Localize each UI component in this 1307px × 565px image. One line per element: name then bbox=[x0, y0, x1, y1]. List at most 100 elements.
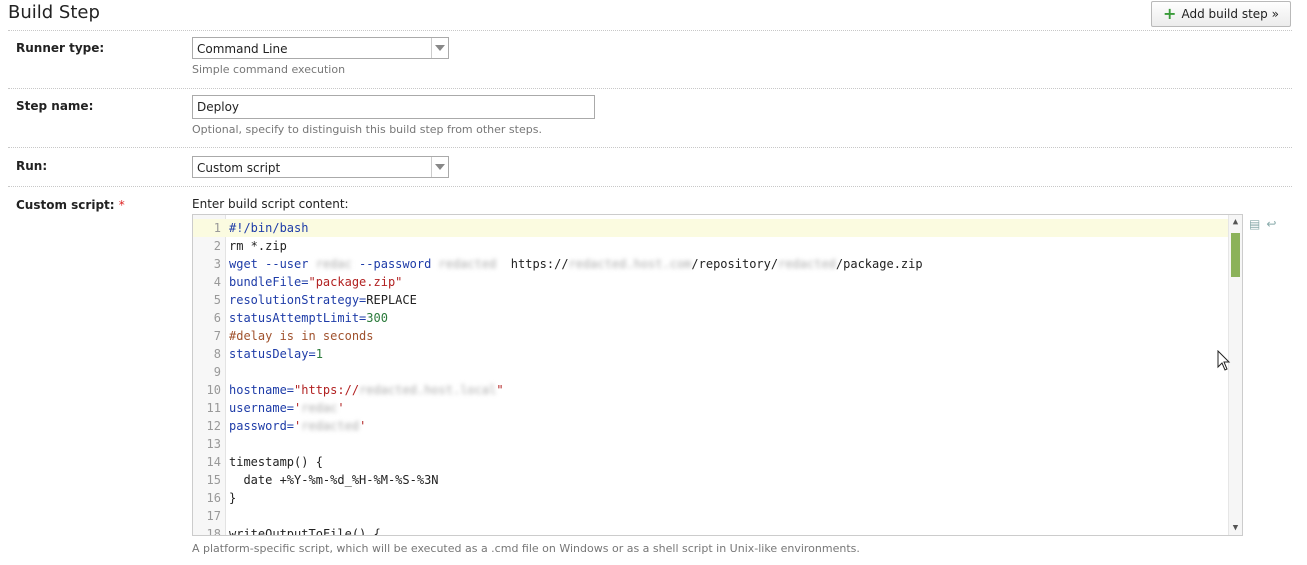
code-token: redacted.host.local bbox=[359, 383, 497, 397]
separator bbox=[8, 186, 1292, 187]
line-number: 10 bbox=[206, 383, 221, 397]
code-token: ' bbox=[337, 401, 345, 415]
code-token: password= bbox=[229, 419, 295, 433]
code-line[interactable]: 8 statusDelay=1 bbox=[193, 345, 1228, 363]
code-token: redac bbox=[315, 257, 352, 271]
line-number: 15 bbox=[206, 473, 221, 487]
runner-type-hint: Simple command execution bbox=[192, 63, 346, 76]
line-number: 7 bbox=[213, 329, 221, 343]
code-line[interactable]: 3 wget --user redac --password redacted h… bbox=[193, 255, 1228, 273]
editor-side-tools: ▤ ↩ bbox=[1249, 217, 1276, 231]
separator bbox=[8, 147, 1292, 148]
code-text: wget --user redac --password redacted ht… bbox=[229, 255, 923, 273]
code-line[interactable]: 18 writeOutputToFile() { bbox=[193, 525, 1228, 536]
code-token: hostname= bbox=[229, 383, 295, 397]
code-text: hostname="https://redacted.host.local" bbox=[229, 381, 504, 399]
code-line[interactable]: 2 rm *.zip bbox=[193, 237, 1228, 255]
code-line[interactable]: 17 bbox=[193, 507, 1228, 525]
line-number: 6 bbox=[213, 311, 221, 325]
line-number: 14 bbox=[206, 455, 221, 469]
line-number: 9 bbox=[213, 365, 221, 379]
code-line[interactable]: 15 date +%Y-%m-%d_%H-%M-%S-%3N bbox=[193, 471, 1228, 489]
code-token: } bbox=[229, 491, 237, 505]
list-icon[interactable]: ▤ bbox=[1249, 217, 1260, 231]
runner-type-select[interactable]: Command Line bbox=[192, 37, 449, 59]
code-token: rm *.zip bbox=[229, 239, 287, 253]
code-token: 300 bbox=[366, 311, 388, 325]
run-value: Custom script bbox=[197, 161, 281, 175]
code-text: timestamp() { bbox=[229, 453, 323, 471]
step-name-value: Deploy bbox=[197, 100, 240, 114]
code-token: "package.zip" bbox=[308, 275, 403, 289]
code-token: redacted.host.com bbox=[568, 257, 692, 271]
custom-script-footer-hint: A platform-specific script, which will b… bbox=[192, 542, 860, 555]
mouse-pointer-icon bbox=[1217, 350, 1231, 371]
code-line[interactable]: 6 statusAttemptLimit=300 bbox=[193, 309, 1228, 327]
code-token: statusDelay= bbox=[229, 347, 316, 361]
separator bbox=[8, 88, 1292, 89]
code-line[interactable]: 13 bbox=[193, 435, 1228, 453]
code-line[interactable]: 11 username='redac' bbox=[193, 399, 1228, 417]
separator bbox=[8, 30, 1292, 31]
scroll-down-icon[interactable]: ▼ bbox=[1229, 521, 1242, 535]
code-token: /repository/ bbox=[691, 257, 779, 271]
code-text: } bbox=[229, 489, 236, 507]
code-text: writeOutputToFile() { bbox=[229, 525, 381, 535]
page-title: Build Step bbox=[8, 2, 100, 23]
custom-script-intro: Enter build script content: bbox=[192, 197, 349, 211]
code-line[interactable]: 1 #!/bin/bash bbox=[193, 219, 1228, 237]
step-name-label: Step name: bbox=[16, 99, 94, 113]
code-token: #!/bin/bash bbox=[229, 221, 309, 235]
code-text: date +%Y-%m-%d_%H-%M-%S-%3N bbox=[229, 471, 439, 489]
line-number: 1 bbox=[213, 221, 221, 235]
line-number: 17 bbox=[206, 509, 221, 523]
code-token: https:// bbox=[496, 257, 569, 271]
line-number: 16 bbox=[206, 491, 221, 505]
code-line[interactable]: 4 bundleFile="package.zip" bbox=[193, 273, 1228, 291]
wrap-icon[interactable]: ↩ bbox=[1266, 217, 1276, 231]
line-number: 18 bbox=[206, 527, 221, 536]
code-line[interactable]: 9 bbox=[193, 363, 1228, 381]
code-text: statusDelay=1 bbox=[229, 345, 323, 363]
code-line[interactable]: 5 resolutionStrategy=REPLACE bbox=[193, 291, 1228, 309]
code-token: ' bbox=[359, 419, 367, 433]
line-number: 2 bbox=[213, 239, 221, 253]
chevron-down-icon[interactable] bbox=[431, 157, 448, 177]
code-token: date +%Y-%m-%d_%H-%M-%S-%3N bbox=[229, 473, 439, 487]
code-line[interactable]: 10 hostname="https://redacted.host.local" bbox=[193, 381, 1228, 399]
code-text: bundleFile="package.zip" bbox=[229, 273, 402, 291]
code-line[interactable]: 16} bbox=[193, 489, 1228, 507]
custom-script-label-text: Custom script: bbox=[16, 198, 115, 212]
editor-scrollbar[interactable]: ▲ ▼ bbox=[1228, 215, 1242, 535]
add-build-step-label: Add build step » bbox=[1181, 7, 1279, 21]
code-text: statusAttemptLimit=300 bbox=[229, 309, 388, 327]
chevron-down-icon[interactable] bbox=[431, 38, 448, 58]
script-editor[interactable]: 1 #!/bin/bash 2 rm *.zip 3 wget --user redac … bbox=[192, 214, 1243, 536]
scrollbar-thumb[interactable] bbox=[1231, 233, 1240, 277]
code-text: #delay is in seconds bbox=[229, 327, 374, 345]
code-text: #!/bin/bash bbox=[229, 219, 308, 237]
run-label: Run: bbox=[16, 159, 48, 173]
add-build-step-button[interactable]: + Add build step » bbox=[1151, 1, 1291, 27]
code-token: bundleFile= bbox=[229, 275, 309, 289]
code-line[interactable]: 14 timestamp() { bbox=[193, 453, 1228, 471]
scroll-up-icon[interactable]: ▲ bbox=[1229, 215, 1242, 229]
line-number: 4 bbox=[213, 275, 221, 289]
code-text: resolutionStrategy=REPLACE bbox=[229, 291, 417, 309]
code-token: "https:// bbox=[294, 383, 360, 397]
code-line[interactable]: 7 #delay is in seconds bbox=[193, 327, 1228, 345]
line-number: 5 bbox=[213, 293, 221, 307]
line-number: 3 bbox=[213, 257, 221, 271]
code-token: timestamp() { bbox=[229, 455, 323, 469]
code-line[interactable]: 12 password='redacted' bbox=[193, 417, 1228, 435]
required-mark: * bbox=[118, 198, 125, 212]
run-select[interactable]: Custom script bbox=[192, 156, 449, 178]
code-token: wget --user bbox=[229, 257, 316, 271]
step-name-input[interactable]: Deploy bbox=[192, 95, 595, 119]
code-token: #delay is in seconds bbox=[229, 329, 374, 343]
code-token: resolutionStrategy= bbox=[229, 293, 367, 307]
code-token: 1 bbox=[315, 347, 323, 361]
line-number: 13 bbox=[206, 437, 221, 451]
plus-icon: + bbox=[1163, 4, 1177, 23]
code-token: --password bbox=[351, 257, 439, 271]
